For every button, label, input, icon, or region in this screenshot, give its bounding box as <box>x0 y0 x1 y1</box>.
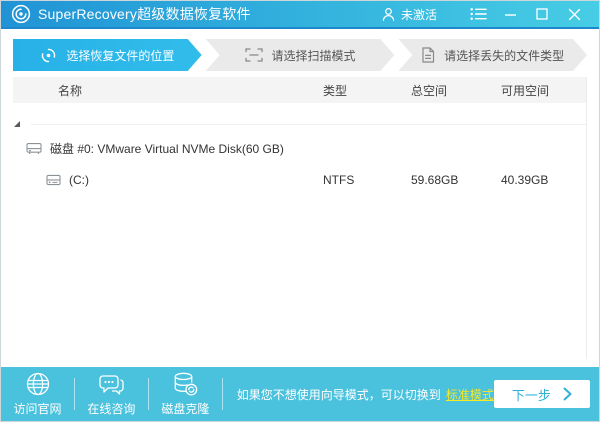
disk-clone-button[interactable]: 磁盘克隆 <box>149 367 222 421</box>
globe-icon <box>26 372 49 396</box>
partition-free-space: 40.39GB <box>501 173 549 187</box>
wizard-steps: 选择恢复文件的位置 请选择扫描模式 请选择丢失的文件类型 <box>1 29 599 77</box>
app-title: SuperRecovery超级数据恢复软件 <box>38 6 251 22</box>
online-support-button[interactable]: 在线咨询 <box>75 367 148 421</box>
lost-file-type-icon <box>421 47 435 63</box>
hard-disk-icon <box>26 142 42 154</box>
drive-list: 名称 类型 总空间 可用空间 磁盘 #0: VMware Virtual NVM… <box>13 77 587 359</box>
disk-name: 磁盘 #0: VMware Virtual NVMe Disk(60 GB) <box>50 141 284 156</box>
app-window: SuperRecovery超级数据恢复软件 未激活 选择恢复文件的位置 请选择扫… <box>0 0 600 422</box>
column-free-space: 可用空间 <box>501 83 550 98</box>
partition-total-space: 59.68GB <box>411 173 459 187</box>
hint-text: 如果您不想使用向导模式，可以切换到 <box>236 387 441 402</box>
user-icon <box>382 7 395 21</box>
activation-status[interactable]: 未激活 <box>381 6 437 23</box>
partition-type: NTFS <box>323 173 355 187</box>
next-button-label: 下一步 <box>511 387 551 403</box>
visit-website-button[interactable]: 访问官网 <box>1 367 74 421</box>
column-name: 名称 <box>58 83 83 98</box>
recovery-location-icon <box>40 47 57 64</box>
tree-expander-icon[interactable] <box>13 120 21 128</box>
column-type: 类型 <box>323 83 348 98</box>
quick-link-label: 在线咨询 <box>87 401 136 416</box>
quick-link-label: 磁盘克隆 <box>161 402 210 416</box>
titlebar: SuperRecovery超级数据恢复软件 未激活 <box>1 1 599 29</box>
tree-root-row <box>13 117 586 131</box>
step-label: 请选择扫描模式 <box>271 48 356 63</box>
scan-mode-icon <box>245 48 263 62</box>
next-step-button[interactable]: 下一步 <box>493 380 590 408</box>
table-row-partition-c[interactable]: (C:) NTFS 59.68GB 40.39GB <box>13 167 586 193</box>
table-row-disk0[interactable]: 磁盘 #0: VMware Virtual NVMe Disk(60 GB) <box>13 135 586 161</box>
divider <box>221 378 223 410</box>
chevron-right-icon <box>563 387 572 401</box>
bottom-toolbar: 访问官网 在线咨询 磁盘克隆 如果您不想使用向导模式，可以切换到 标准模式 下一… <box>1 367 599 421</box>
close-button[interactable] <box>559 2 589 26</box>
drive-partition-icon <box>46 174 61 186</box>
step-label: 选择恢复文件的位置 <box>66 48 175 63</box>
minimize-button[interactable] <box>495 2 525 26</box>
app-logo-icon <box>11 4 31 24</box>
standard-mode-link[interactable]: 标准模式 <box>446 386 494 403</box>
step-file-type[interactable]: 请选择丢失的文件类型 <box>398 39 587 71</box>
maximize-button[interactable] <box>527 2 557 26</box>
column-total-space: 总空间 <box>411 83 448 98</box>
partition-name: (C:) <box>69 173 89 187</box>
activation-label: 未激活 <box>400 7 437 22</box>
quick-link-label: 访问官网 <box>13 402 62 416</box>
step-scan-mode[interactable]: 请选择扫描模式 <box>206 39 395 71</box>
list-header: 名称 类型 总空间 可用空间 <box>13 77 586 103</box>
disk-clone-icon <box>175 372 198 396</box>
step-label: 请选择丢失的文件类型 <box>444 48 565 63</box>
chat-icon <box>99 374 124 395</box>
step-select-location[interactable]: 选择恢复文件的位置 <box>13 39 202 71</box>
wizard-mode-hint: 如果您不想使用向导模式，可以切换到 标准模式 <box>237 386 494 403</box>
tree-root-divider <box>31 123 586 125</box>
menu-list-icon[interactable] <box>463 2 493 26</box>
